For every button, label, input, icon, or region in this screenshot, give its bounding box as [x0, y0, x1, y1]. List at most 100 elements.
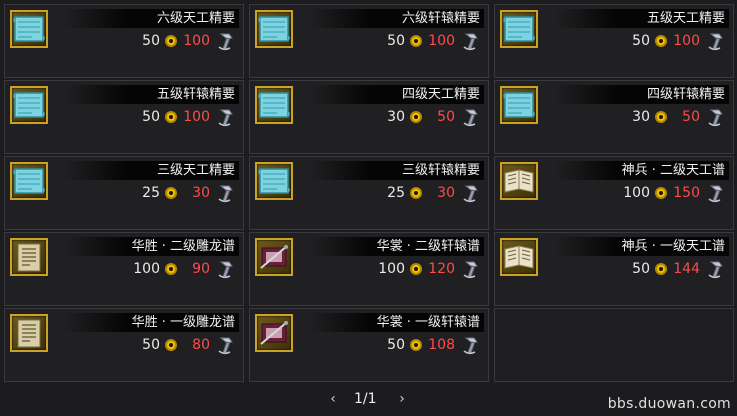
paper-manual-icon	[10, 314, 48, 352]
item-name: 神兵 · 二级天工谱	[555, 161, 729, 180]
shop-item[interactable]: 三级轩辕精要 25 30	[249, 156, 489, 230]
hammer-icon	[705, 30, 727, 52]
open-book-icon	[500, 238, 538, 276]
item-quantity: 100	[378, 261, 405, 277]
item-name: 四级天工精要	[310, 85, 484, 104]
price-row: 50 144	[632, 259, 727, 279]
item-price: 100	[428, 33, 455, 49]
shop-item[interactable]: 华裳 · 二级轩辕谱 100 120	[249, 232, 489, 306]
item-quantity: 50	[387, 337, 405, 353]
blueprint-scroll-icon	[10, 10, 48, 48]
empty-slot	[494, 308, 734, 382]
item-price: 80	[192, 337, 210, 353]
open-book-icon	[500, 162, 538, 200]
hammer-icon	[460, 30, 482, 52]
next-page-icon[interactable]: ›	[395, 392, 409, 406]
item-price: 100	[673, 33, 700, 49]
item-name: 华胜 · 二级雕龙谱	[65, 237, 239, 256]
coin-icon	[410, 263, 422, 275]
prev-page-icon[interactable]: ‹	[326, 392, 340, 406]
coin-icon	[165, 263, 177, 275]
item-price: 144	[673, 261, 700, 277]
item-price: 100	[183, 109, 210, 125]
item-price: 100	[183, 33, 210, 49]
hammer-icon	[215, 258, 237, 280]
item-name: 六级天工精要	[65, 9, 239, 28]
item-price: 30	[192, 185, 210, 201]
price-row: 100 120	[378, 259, 482, 279]
coin-icon	[655, 187, 667, 199]
coin-icon	[165, 111, 177, 123]
hammer-icon	[215, 30, 237, 52]
coin-icon	[655, 263, 667, 275]
shop-item[interactable]: 四级天工精要 30 50	[249, 80, 489, 154]
price-row: 30 50	[632, 107, 727, 127]
item-name: 三级天工精要	[65, 161, 239, 180]
price-row: 100 150	[623, 183, 727, 203]
item-name: 华裳 · 二级轩辕谱	[310, 237, 484, 256]
item-quantity: 25	[387, 185, 405, 201]
blueprint-scroll-icon	[500, 10, 538, 48]
shop-item[interactable]: 神兵 · 一级天工谱 50 144	[494, 232, 734, 306]
shop-item[interactable]: 五级轩辕精要 50 100	[4, 80, 244, 154]
shop-item[interactable]: 六级轩辕精要 50 100	[249, 4, 489, 78]
price-row: 50 100	[142, 107, 237, 127]
hammer-icon	[215, 182, 237, 204]
item-quantity: 50	[142, 337, 160, 353]
hammer-icon	[460, 334, 482, 356]
hammer-icon	[215, 106, 237, 128]
item-grid: 六级天工精要 50 100 六级轩辕精要 50 100 五级天工精要 50 100 五级轩辕精要 5…	[4, 4, 734, 384]
item-quantity: 30	[387, 109, 405, 125]
shop-item[interactable]: 华胜 · 一级雕龙谱 50 80	[4, 308, 244, 382]
price-row: 25 30	[142, 183, 237, 203]
item-quantity: 25	[142, 185, 160, 201]
item-price: 120	[428, 261, 455, 277]
item-quantity: 100	[133, 261, 160, 277]
price-row: 30 50	[387, 107, 482, 127]
price-row: 100 90	[133, 259, 237, 279]
hammer-icon	[705, 106, 727, 128]
coin-icon	[165, 187, 177, 199]
shop-item[interactable]: 六级天工精要 50 100	[4, 4, 244, 78]
hammer-icon	[705, 258, 727, 280]
sewing-manual-icon	[255, 238, 293, 276]
item-price: 90	[192, 261, 210, 277]
item-name: 五级轩辕精要	[65, 85, 239, 104]
coin-icon	[410, 35, 422, 47]
item-name: 神兵 · 一级天工谱	[555, 237, 729, 256]
shop-item[interactable]: 华裳 · 一级轩辕谱 50 108	[249, 308, 489, 382]
coin-icon	[410, 339, 422, 351]
item-quantity: 50	[142, 109, 160, 125]
shop-item[interactable]: 四级轩辕精要 30 50	[494, 80, 734, 154]
item-quantity: 50	[632, 33, 650, 49]
item-quantity: 50	[387, 33, 405, 49]
coin-icon	[655, 35, 667, 47]
item-name: 四级轩辕精要	[555, 85, 729, 104]
item-quantity: 100	[623, 185, 650, 201]
hammer-icon	[460, 258, 482, 280]
coin-icon	[410, 111, 422, 123]
coin-icon	[410, 187, 422, 199]
shop-item[interactable]: 五级天工精要 50 100	[494, 4, 734, 78]
shop-item[interactable]: 华胜 · 二级雕龙谱 100 90	[4, 232, 244, 306]
blueprint-scroll-icon	[500, 86, 538, 124]
shop-item[interactable]: 三级天工精要 25 30	[4, 156, 244, 230]
item-price: 50	[682, 109, 700, 125]
item-price: 30	[437, 185, 455, 201]
shop-item[interactable]: 神兵 · 二级天工谱 100 150	[494, 156, 734, 230]
price-row: 50 80	[142, 335, 237, 355]
hammer-icon	[705, 182, 727, 204]
blueprint-scroll-icon	[255, 86, 293, 124]
page-label: 1/1	[354, 391, 377, 407]
blueprint-scroll-icon	[10, 162, 48, 200]
blueprint-scroll-icon	[255, 10, 293, 48]
price-row: 25 30	[387, 183, 482, 203]
item-price: 50	[437, 109, 455, 125]
sewing-manual-icon	[255, 314, 293, 352]
blueprint-scroll-icon	[255, 162, 293, 200]
site-watermark: bbs.duowan.com	[607, 396, 731, 412]
item-quantity: 50	[142, 33, 160, 49]
coin-icon	[655, 111, 667, 123]
hammer-icon	[215, 334, 237, 356]
hammer-icon	[460, 106, 482, 128]
